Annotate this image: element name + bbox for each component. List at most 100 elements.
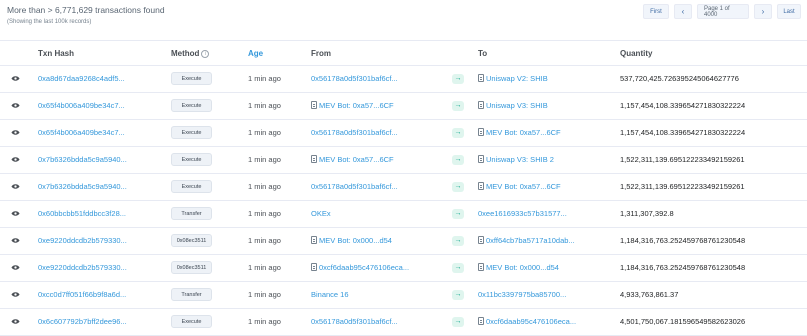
from-address-link[interactable]: Binance 16 [311, 290, 349, 299]
txn-hash-link[interactable]: 0xe9220ddcdb2b579330... [38, 236, 127, 245]
to-address-link[interactable]: Uniswap V3: SHIB [478, 101, 548, 110]
column-header-method-label: Method [171, 49, 200, 58]
age-value: 1 min ago [248, 128, 281, 137]
from-address-text: OKEx [311, 209, 331, 218]
age-value: 1 min ago [248, 209, 281, 218]
to-address-link[interactable]: 0xee1616933c57b31577... [478, 209, 567, 218]
from-address-link[interactable]: 0x56178a0d5f301baf6cf... [311, 74, 398, 83]
txn-hash-link[interactable]: 0x7b6326bdda5c9a5940... [38, 182, 127, 191]
to-address-link[interactable]: Uniswap V2: SHIB [478, 74, 548, 83]
quantity-value: 4,933,763,861.37 [620, 290, 679, 299]
table-row: 0x6c607792b7bff2dee96... Execute 1 min ago… [0, 309, 807, 336]
eye-icon[interactable] [11, 237, 20, 244]
contract-document-icon [478, 236, 484, 244]
txn-hash-link[interactable]: 0x6c607792b7bff2dee96... [38, 317, 127, 326]
quantity-value: 4,501,750,067.181596549582623026 [620, 317, 746, 326]
from-address-link[interactable]: MEV Bot: 0xa57...6CF [311, 155, 394, 164]
quantity-value: 1,184,316,763.252459768761230548 [620, 236, 746, 245]
eye-icon[interactable] [11, 75, 20, 82]
from-address-text: Binance 16 [311, 290, 349, 299]
quantity-value: 1,157,454,108.339654271830322224 [620, 128, 746, 137]
to-address-link[interactable]: 0xff64cb7ba5717a10dab... [478, 236, 575, 245]
from-address-link[interactable]: 0x56178a0d5f301baf6cf... [311, 128, 398, 137]
results-header: More than > 6,771,629 transactions found… [0, 0, 807, 38]
arrow-right-icon: → [452, 290, 464, 300]
txn-hash-link[interactable]: 0x65f4b006a409be34c7... [38, 101, 125, 110]
previous-page-button[interactable]: ‹ [674, 4, 692, 19]
eye-icon[interactable] [11, 291, 20, 298]
next-page-button[interactable]: › [754, 4, 772, 19]
quantity-value: 537,720,425.726395245064627776 [620, 74, 739, 83]
age-value: 1 min ago [248, 155, 281, 164]
method-badge: Execute [171, 315, 212, 328]
txn-hash-link[interactable]: 0xa8d67daa9268c4adf5... [38, 74, 125, 83]
to-address-text: 0xff64cb7ba5717a10dab... [486, 236, 575, 245]
from-address-text: 0x56178a0d5f301baf6cf... [311, 74, 398, 83]
to-address-link[interactable]: 0x11bc3397975ba85700... [478, 290, 566, 299]
arrow-right-icon: → [452, 317, 464, 327]
to-address-text: 0xee1616933c57b31577... [478, 209, 567, 218]
age-value: 1 min ago [248, 263, 281, 272]
eye-icon[interactable] [11, 183, 20, 190]
contract-document-icon [311, 263, 317, 271]
table-row: 0x7b6326bdda5c9a5940... Execute 1 min ago M… [0, 147, 807, 174]
to-address-text: 0x11bc3397975ba85700... [478, 290, 567, 299]
age-value: 1 min ago [248, 74, 281, 83]
from-address-text: MEV Bot: 0x000...d54 [319, 236, 392, 245]
from-address-text: 0xcf6daab95c476106eca... [319, 263, 410, 272]
txn-hash-link[interactable]: 0x7b6326bdda5c9a5940... [38, 155, 127, 164]
from-address-text: 0x56178a0d5f301baf6cf... [311, 128, 398, 137]
eye-icon[interactable] [11, 318, 20, 325]
to-address-link[interactable]: MEV Bot: 0xa57...6CF [478, 182, 561, 191]
page-indicator: Page 1 of 4000 [697, 4, 749, 19]
quantity-value: 1,184,316,763.252459768761230548 [620, 263, 746, 272]
eye-icon[interactable] [11, 102, 20, 109]
from-address-link[interactable]: 0x56178a0d5f301baf6cf... [311, 182, 398, 191]
table-row: 0xe9220ddcdb2b579330... 0x08ec3511 1 min a… [0, 255, 807, 282]
arrow-right-icon: → [452, 263, 464, 273]
table-header: Txn Hash Method i Age From To Quantity [0, 40, 807, 66]
from-address-link[interactable]: MEV Bot: 0x000...d54 [311, 236, 392, 245]
from-address-link[interactable]: MEV Bot: 0xa57...6CF [311, 101, 394, 110]
contract-document-icon [478, 317, 484, 325]
to-address-text: Uniswap V2: SHIB [486, 74, 548, 83]
method-badge: Execute [171, 153, 212, 166]
eye-icon[interactable] [11, 129, 20, 136]
to-address-text: MEV Bot: 0x000...d54 [486, 263, 559, 272]
info-icon[interactable]: i [201, 49, 210, 58]
to-address-link[interactable]: Uniswap V3: SHIB 2 [478, 155, 554, 164]
column-header-age[interactable]: Age [248, 49, 263, 58]
age-value: 1 min ago [248, 236, 281, 245]
arrow-right-icon: → [452, 128, 464, 138]
contract-document-icon [311, 236, 317, 244]
to-address-link[interactable]: MEV Bot: 0x000...d54 [478, 263, 559, 272]
eye-icon[interactable] [11, 156, 20, 163]
quantity-value: 1,522,311,139.695122233492159261 [620, 182, 745, 191]
eye-icon[interactable] [11, 210, 20, 217]
pagination: First ‹ Page 1 of 4000 › Last [643, 4, 801, 19]
to-address-link[interactable]: MEV Bot: 0xa57...6CF [478, 128, 561, 137]
arrow-right-icon: → [452, 209, 464, 219]
txn-hash-link[interactable]: 0xe9220ddcdb2b579330... [38, 263, 127, 272]
from-address-text: MEV Bot: 0xa57...6CF [319, 101, 394, 110]
first-page-button[interactable]: First [643, 4, 669, 19]
from-address-link[interactable]: 0x56178a0d5f301baf6cf... [311, 317, 398, 326]
table-row: 0x7b6326bdda5c9a5940... Execute 1 min ago 0… [0, 174, 807, 201]
column-header-txn-hash: Txn Hash [38, 49, 75, 58]
quantity-value: 1,522,311,139.695122233492159261 [620, 155, 745, 164]
to-address-link[interactable]: 0xcf6daab95c476106eca... [478, 317, 576, 326]
method-badge: Execute [171, 180, 212, 193]
age-value: 1 min ago [248, 101, 281, 110]
contract-document-icon [478, 263, 484, 271]
from-address-text: 0x56178a0d5f301baf6cf... [311, 317, 398, 326]
table-row: 0xa8d67daa9268c4adf5... Execute 1 min ago 0… [0, 66, 807, 93]
from-address-link[interactable]: 0xcf6daab95c476106eca... [311, 263, 409, 272]
txn-hash-link[interactable]: 0xcc0d7ff051f66b9f8a6d... [38, 290, 126, 299]
eye-icon[interactable] [11, 264, 20, 271]
txn-hash-link[interactable]: 0x65f4b006a409be34c7... [38, 128, 125, 137]
from-address-link[interactable]: OKEx [311, 209, 331, 218]
txn-hash-link[interactable]: 0x60bbcbb51fddbcc3f28... [38, 209, 126, 218]
last-page-button[interactable]: Last [777, 4, 801, 19]
contract-document-icon [478, 101, 484, 109]
transactions-table: Txn Hash Method i Age From To Quantity 0x… [0, 40, 807, 336]
